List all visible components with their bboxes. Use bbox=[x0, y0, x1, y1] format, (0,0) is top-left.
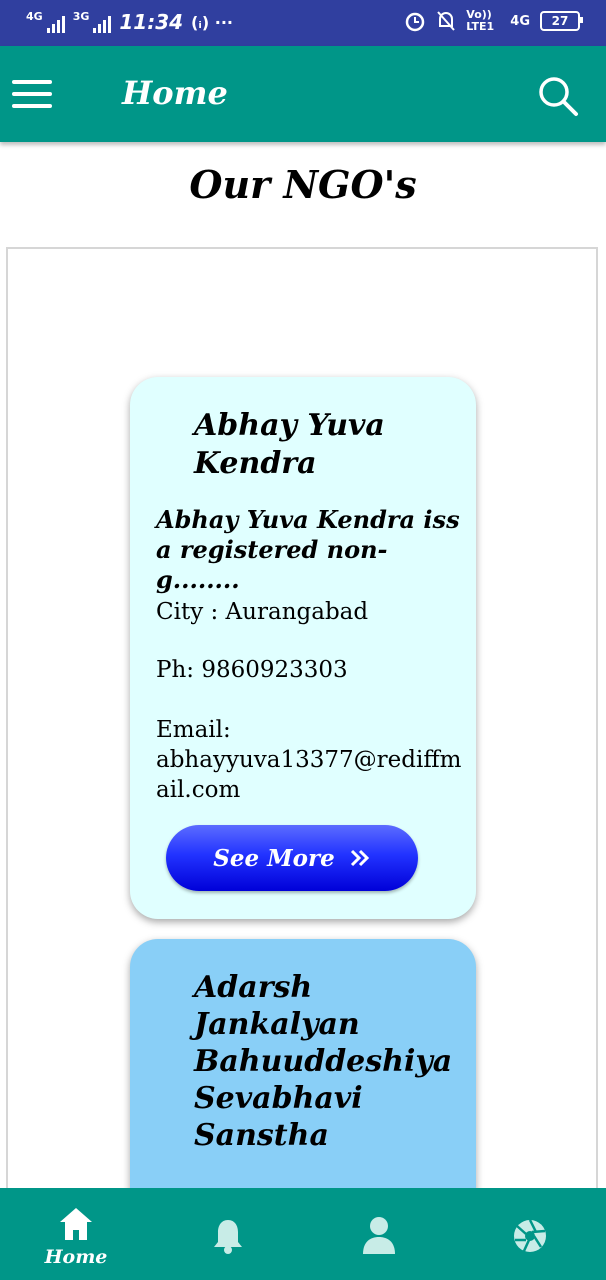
nav-notifications[interactable] bbox=[178, 1188, 278, 1280]
see-more-label: See More bbox=[213, 844, 335, 872]
page-heading: Our NGO's bbox=[189, 162, 417, 207]
ngo-phone: Ph: 9860923303 bbox=[156, 657, 348, 683]
signal-icon-2: 3G bbox=[73, 11, 112, 33]
aperture-icon bbox=[514, 1219, 546, 1252]
mute-notification-icon bbox=[437, 11, 456, 31]
clock: 11:34 bbox=[119, 10, 184, 34]
ngo-card[interactable]: Abhay Yuva Kendra Abhay Yuva Kendra iss … bbox=[130, 377, 476, 919]
signal-icon: 4G bbox=[26, 11, 65, 33]
nav-home-label: Home bbox=[44, 1246, 108, 1268]
ngo-card[interactable]: Adarsh Jankalyan Bahuuddeshiya Sevabhavi… bbox=[130, 939, 476, 1190]
bell-icon bbox=[214, 1220, 242, 1254]
nav-gallery[interactable] bbox=[480, 1188, 580, 1280]
network-type-1: 4G bbox=[26, 10, 43, 23]
ngo-name: Adarsh Jankalyan Bahuuddeshiya Sevabhavi… bbox=[194, 970, 453, 1153]
bottom-navigation: Home bbox=[0, 1188, 606, 1280]
network-type-3: 4G bbox=[510, 13, 530, 29]
volte-indicator: Vo)) LTE1 bbox=[466, 8, 495, 33]
battery-level: 27 bbox=[551, 14, 569, 28]
double-chevron-right-icon bbox=[350, 849, 369, 867]
nav-profile[interactable] bbox=[329, 1188, 429, 1280]
status-bar-right: Vo)) LTE1 4G 27 bbox=[404, 8, 583, 33]
nav-home[interactable]: Home bbox=[26, 1188, 126, 1280]
ngo-email-label: Email: bbox=[156, 717, 231, 743]
person-icon bbox=[363, 1217, 395, 1254]
status-bar-left: 4G 3G 11:34 (ᵢ) ··· bbox=[26, 10, 233, 34]
ngo-list[interactable]: Abhay Yuva Kendra Abhay Yuva Kendra iss … bbox=[6, 247, 598, 1192]
network-type-2: 3G bbox=[72, 10, 90, 23]
ngo-email: abhayyuva13377@rediffmail.com bbox=[156, 747, 462, 803]
battery-icon: 27 bbox=[540, 11, 583, 31]
hamburger-menu-icon[interactable] bbox=[12, 78, 52, 110]
app-bar: Home bbox=[0, 46, 606, 142]
alarm-icon bbox=[406, 12, 425, 32]
home-icon bbox=[60, 1208, 92, 1240]
ngo-city: City : Aurangabad bbox=[156, 599, 369, 625]
see-more-button[interactable]: See More bbox=[166, 825, 418, 891]
ngo-name: Abhay Yuva Kendra bbox=[194, 408, 385, 481]
ngo-description: Abhay Yuva Kendra iss a registered non-g… bbox=[156, 505, 460, 594]
search-icon[interactable] bbox=[536, 74, 580, 118]
status-bar: 4G 3G 11:34 (ᵢ) ··· Vo)) LTE1 4G 27 bbox=[0, 0, 606, 46]
app-title: Home bbox=[122, 74, 228, 112]
status-extra: (ᵢ) ··· bbox=[191, 12, 233, 32]
